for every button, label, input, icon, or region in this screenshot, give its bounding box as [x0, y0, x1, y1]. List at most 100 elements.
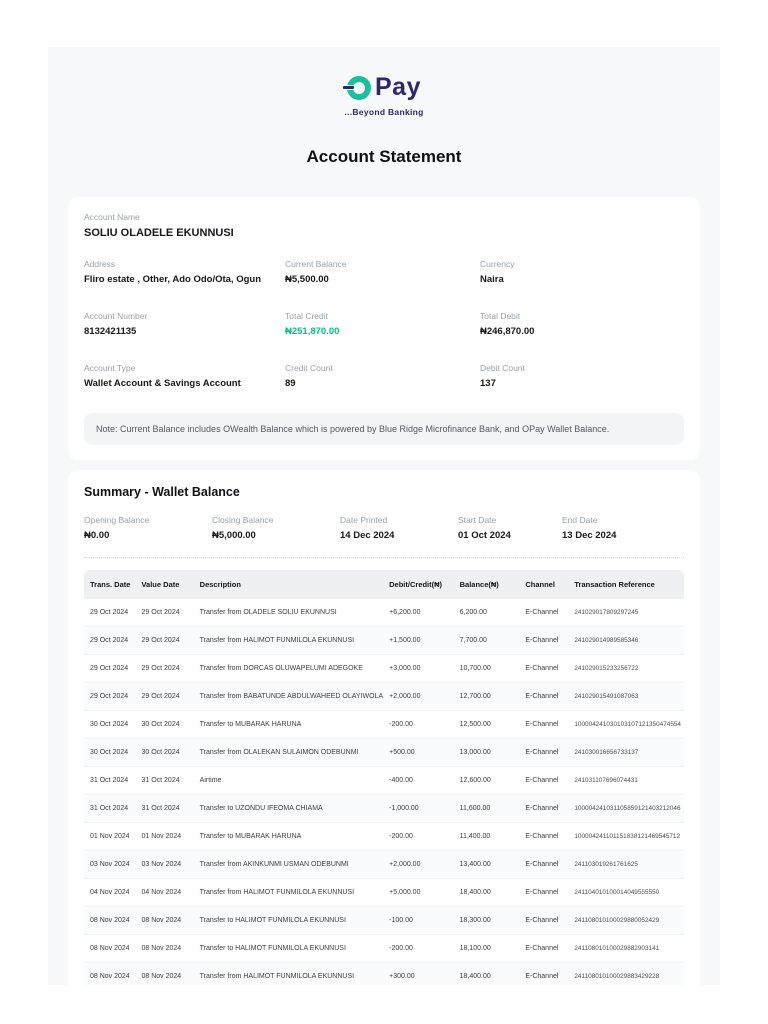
cell-reference: 100004241031105859121403212046 [571, 794, 684, 823]
field-label: Start Date [458, 514, 497, 525]
cell-balance: 12,700.00 [456, 682, 523, 711]
info-field: Debit Count 137 [480, 363, 684, 389]
info-field: Start Date 01 Oct 2024 [458, 515, 562, 541]
cell-description: Transfer from AKINKUNMI USMAN ODEBUNMI [196, 850, 387, 879]
cell-channel: E-Channel [522, 934, 572, 963]
cell-reference: 241030016656733137 [571, 738, 684, 767]
logo-pay-text: Pay [375, 73, 421, 101]
info-field: Account Type Wallet Account & Savings Ac… [84, 363, 285, 389]
account-name-block: Account Name SOLIU OLADELE EKUNNUSI [84, 212, 684, 239]
table-header-row: Trans. Date Value Date Description Debit/Cr… [84, 569, 684, 599]
cell-channel: E-Channel [522, 626, 572, 655]
cell-channel: E-Channel [522, 850, 572, 879]
table-row: 08 Nov 2024 08 Nov 2024 Transfer to HALI… [84, 906, 684, 935]
cell-trans-date: 29 Oct 2024 [84, 682, 139, 711]
table-row: 03 Nov 2024 03 Nov 2024 Transfer from AK… [84, 850, 684, 879]
cell-amount: -200.00 [386, 934, 457, 963]
cell-channel: E-Channel [522, 598, 572, 627]
field-label: End Date [562, 514, 598, 525]
cell-trans-date: 04 Nov 2024 [84, 878, 139, 907]
cell-value-date: 30 Oct 2024 [138, 738, 197, 767]
cell-balance: 18,300.00 [456, 906, 523, 935]
table-row: 29 Oct 2024 29 Oct 2024 Transfer from HA… [84, 626, 684, 655]
cell-balance: 12,500.00 [456, 710, 523, 739]
field-value: 01 Oct 2024 [458, 529, 511, 541]
table-column-header: Description [196, 569, 387, 599]
field-value: ₦251,870.00 [285, 325, 340, 337]
cell-balance: 13,400.00 [456, 850, 523, 879]
field-label: Closing Balance [212, 514, 274, 525]
cell-amount: +5,000.00 [386, 878, 457, 907]
cell-amount: +1,500.00 [386, 626, 457, 655]
cell-value-date: 29 Oct 2024 [138, 682, 197, 711]
cell-balance: 10,700.00 [456, 654, 523, 683]
cell-description: Transfer from OLALEKAN SULAIMON ODEBUNMI [196, 738, 387, 767]
cell-amount: +300.00 [386, 962, 457, 985]
cell-description: Transfer to HALIMOT FUNMILOLA EKUNNUSI [196, 934, 387, 963]
cell-amount: +500.00 [386, 738, 457, 767]
cell-description: Airtime [196, 766, 387, 795]
cell-description: Transfer to MUBARAK HARUNA [196, 822, 387, 851]
cell-description: Transfer to HALIMOT FUNMILOLA EKUNNUSI [196, 906, 387, 935]
field-label: Currency [480, 258, 515, 269]
cell-amount: +2,000.00 [386, 682, 457, 711]
info-field: Account Number 8132421135 [84, 311, 285, 337]
cell-reference: 241108010100029882903141 [571, 934, 684, 963]
info-field: Currency Naira [480, 259, 684, 285]
cell-value-date: 08 Nov 2024 [138, 934, 197, 963]
field-label: Current Balance [285, 258, 347, 269]
cell-balance: 7,700.00 [456, 626, 523, 655]
cell-value-date: 08 Nov 2024 [138, 906, 197, 935]
cell-description: Transfer from BABATUNDE ABDULWAHEED OLAY… [196, 682, 387, 711]
logo-tagline: ...Beyond Banking [344, 106, 424, 117]
field-value: Fliro estate , Other, Ado Odo/Ota, Ogun [84, 273, 261, 285]
cell-balance: 18,400.00 [456, 962, 523, 985]
cell-value-date: 08 Nov 2024 [138, 962, 197, 985]
summary-fields-row: Opening Balance ₦0.00 Closing Balance ₦5… [84, 515, 684, 541]
cell-amount: -1,000.00 [386, 794, 457, 823]
info-field: Opening Balance ₦0.00 [84, 515, 212, 541]
cell-amount: -100.00 [386, 906, 457, 935]
cell-trans-date: 29 Oct 2024 [84, 626, 139, 655]
cell-description: Transfer from HALIMOT FUNMILOLA EKUNNUSI [196, 626, 387, 655]
table-row: 29 Oct 2024 29 Oct 2024 Transfer from BA… [84, 682, 684, 711]
cell-trans-date: 03 Nov 2024 [84, 850, 139, 879]
cell-reference: 241104010100014049555550 [571, 878, 684, 907]
cell-trans-date: 31 Oct 2024 [84, 766, 139, 795]
opay-ring-icon [342, 75, 371, 100]
table-row: 30 Oct 2024 30 Oct 2024 Transfer to MUBA… [84, 710, 684, 739]
cell-description: Transfer from DORCAS OLUWAPELUMI ADEGOKE [196, 654, 387, 683]
field-value: 137 [480, 377, 496, 389]
cell-description: Transfer to MUBARAK HARUNA [196, 710, 387, 739]
field-label: Debit Count [480, 362, 525, 373]
cell-channel: E-Channel [522, 738, 572, 767]
cell-value-date: 04 Nov 2024 [138, 878, 197, 907]
summary-card: Summary - Wallet Balance Opening Balance… [68, 469, 700, 985]
table-row: 08 Nov 2024 08 Nov 2024 Transfer to HALI… [84, 934, 684, 963]
cell-trans-date: 29 Oct 2024 [84, 598, 139, 627]
cell-trans-date: 08 Nov 2024 [84, 934, 139, 963]
cell-trans-date: 31 Oct 2024 [84, 794, 139, 823]
cell-channel: E-Channel [522, 906, 572, 935]
info-field: Closing Balance ₦5,000.00 [212, 515, 340, 541]
cell-trans-date: 30 Oct 2024 [84, 738, 139, 767]
cell-reference: 241031107696074431 [571, 766, 684, 795]
field-value: 8132421135 [84, 325, 137, 337]
field-label: Opening Balance [84, 514, 150, 525]
table-row: 04 Nov 2024 04 Nov 2024 Transfer from HA… [84, 878, 684, 907]
cell-value-date: 03 Nov 2024 [138, 850, 197, 879]
transactions-table-body: 29 Oct 2024 29 Oct 2024 Transfer from OL… [84, 598, 684, 985]
cell-description: Transfer from OLADELE SOLIU EKUNNUSI [196, 598, 387, 627]
table-row: 01 Nov 2024 01 Nov 2024 Transfer to MUBA… [84, 822, 684, 851]
field-label: Credit Count [285, 362, 333, 373]
cell-channel: E-Channel [522, 878, 572, 907]
account-name-label: Account Name [84, 211, 140, 222]
table-column-header: Channel [522, 569, 572, 599]
cell-channel: E-Channel [522, 654, 572, 683]
cell-reference: 100004241030103107121350474554 [571, 710, 684, 739]
table-row: 31 Oct 2024 31 Oct 2024 Transfer to UZON… [84, 794, 684, 823]
field-value: 89 [285, 377, 296, 389]
table-row: 31 Oct 2024 31 Oct 2024 Airtime -400.00 … [84, 766, 684, 795]
table-column-header: Balance(₦) [456, 569, 523, 599]
cell-trans-date: 08 Nov 2024 [84, 962, 139, 985]
